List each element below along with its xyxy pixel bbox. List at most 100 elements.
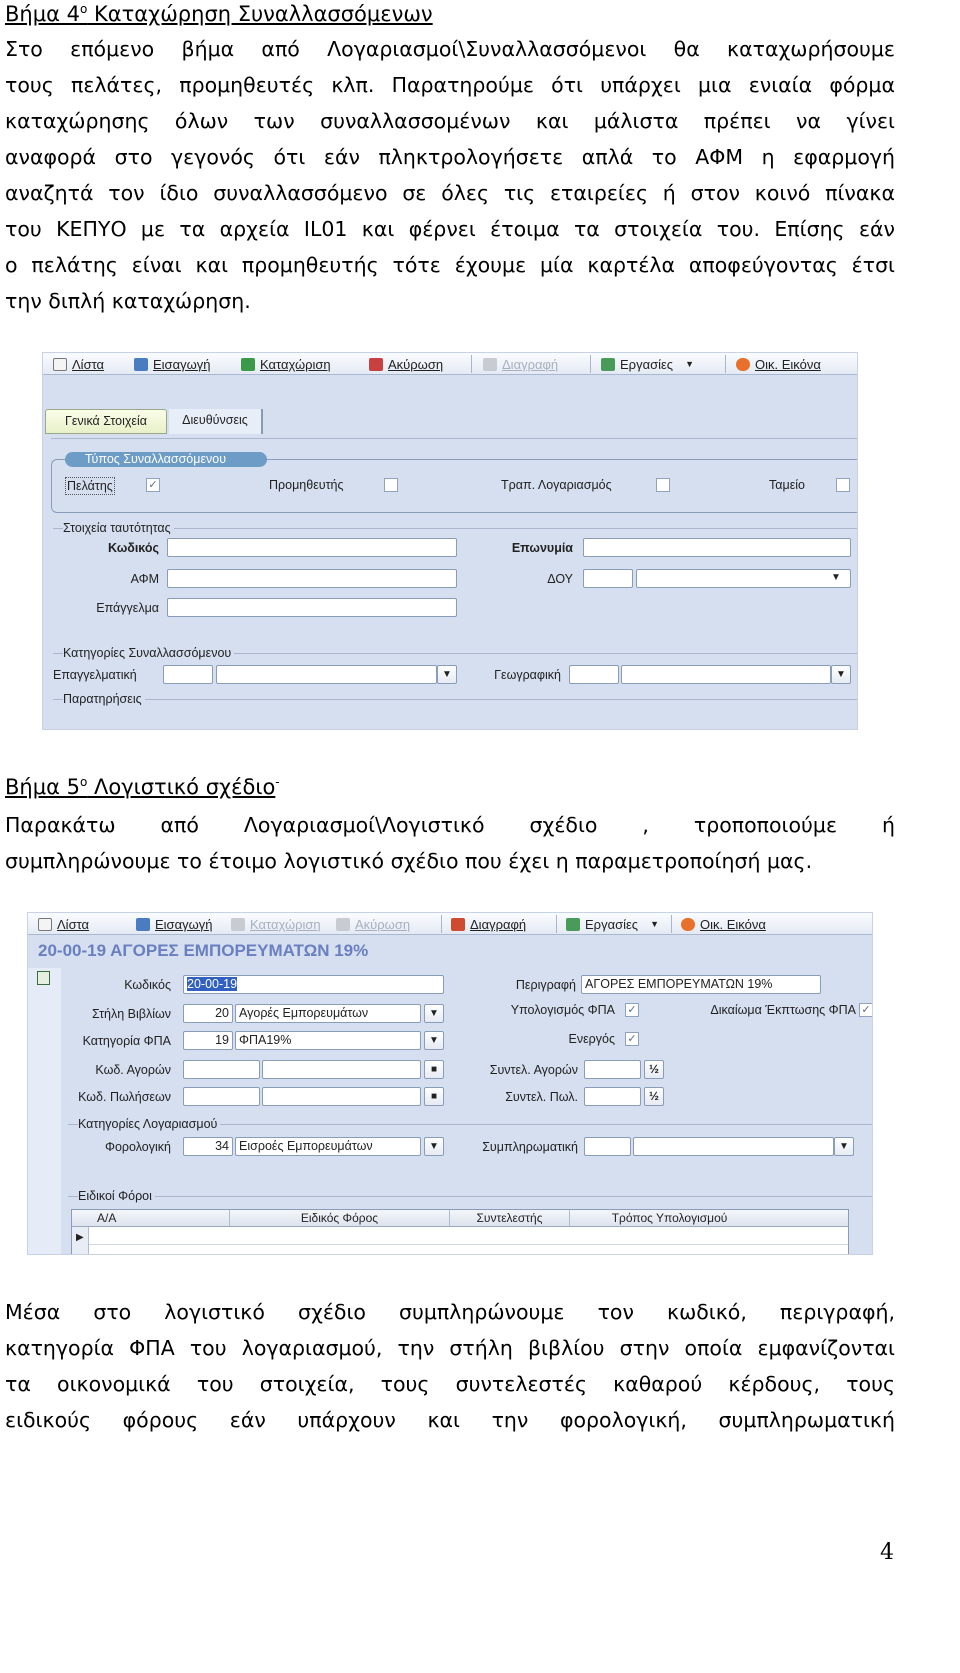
- toolbar-separator: [556, 915, 557, 933]
- active-checkbox[interactable]: ✓: [625, 1032, 639, 1046]
- label: Καταχώριση: [250, 916, 321, 932]
- sales-rate-button[interactable]: ½: [644, 1087, 664, 1106]
- sales-code-input[interactable]: [183, 1087, 260, 1106]
- column-header[interactable]: Τρόπος Υπολογισμού: [569, 1210, 769, 1226]
- insert-button[interactable]: Εισαγωγή: [134, 356, 210, 372]
- column-header[interactable]: Συντελεστής: [449, 1210, 569, 1226]
- text-line: τους πελάτες, προμηθευτές κλπ. Παρατηρού…: [5, 73, 895, 97]
- professional-input[interactable]: [216, 665, 437, 684]
- code-input[interactable]: [167, 538, 457, 557]
- special-taxes-grid[interactable]: Α/Α Ειδικός Φόρος Συντελεστής Τρόπος Υπο…: [71, 1209, 849, 1254]
- account-title: 20-00-19 ΑΓΟΡΕΣ ΕΜΠΟΡΕΥΜΑΤΩΝ 19%: [38, 941, 369, 960]
- supplementary-dropdown[interactable]: ▼: [834, 1137, 854, 1156]
- vat-category-code[interactable]: 19: [183, 1031, 233, 1050]
- delete-icon: [483, 357, 497, 371]
- financial-view-button[interactable]: Οικ. Εικόνα: [736, 356, 821, 372]
- tab-addresses[interactable]: Διευθύνσεις: [169, 409, 263, 434]
- supplier-label: Προμηθευτής: [269, 478, 344, 492]
- step5-heading: Βήμα 5ο Λογιστικό σχέδιο-: [5, 775, 280, 799]
- save-button[interactable]: Καταχώριση: [231, 916, 321, 932]
- page-number: 4: [880, 1540, 894, 1565]
- euro-icon: [736, 357, 750, 371]
- tax-dropdown[interactable]: ▼: [424, 1137, 444, 1156]
- text-line: ειδικούς φόρους εάν υπάρχουν και την φορ…: [5, 1408, 895, 1432]
- label: Εισαγωγή: [155, 916, 213, 932]
- tax-office-input[interactable]: [636, 569, 851, 588]
- cancel-button[interactable]: Ακύρωση: [336, 916, 410, 932]
- geographic-code-input[interactable]: [569, 665, 619, 684]
- special-taxes-title: Ειδικοί Φόροι: [78, 1189, 155, 1203]
- insert-icon: [136, 917, 150, 931]
- sales-code-desc[interactable]: [262, 1087, 421, 1106]
- identity-section-title: Στοιχεία ταυτότητας: [63, 521, 174, 535]
- delete-button[interactable]: Διαγραφή: [483, 356, 558, 372]
- divider: [68, 1196, 872, 1197]
- vat-calc-checkbox[interactable]: ✓: [625, 1003, 639, 1017]
- column-header[interactable]: Ειδικός Φόρος: [229, 1210, 449, 1226]
- financial-view-button[interactable]: Οικ. Εικόνα: [681, 916, 766, 932]
- geographic-label: Γεωγραφική: [494, 668, 561, 682]
- tasks-icon: [566, 917, 580, 931]
- tab-general[interactable]: Γενικά Στοιχεία: [45, 409, 167, 434]
- delete-button[interactable]: Διαγραφή: [451, 916, 526, 932]
- label: Ακύρωση: [355, 916, 411, 932]
- text-line: συμπληρώνουμε το έτοιμο λογιστικό σχέδιο…: [5, 849, 813, 873]
- vat-category-dropdown[interactable]: ▼: [424, 1031, 444, 1050]
- tax-office-code-input[interactable]: [583, 569, 633, 588]
- book-column-code[interactable]: 20: [183, 1004, 233, 1023]
- code-input[interactable]: 20-00-19: [183, 975, 444, 994]
- book-column-dropdown[interactable]: ▼: [424, 1004, 444, 1023]
- tasks-icon: [601, 357, 615, 371]
- geographic-input[interactable]: [621, 665, 831, 684]
- sales-code-button[interactable]: ■: [424, 1087, 444, 1106]
- tax-input[interactable]: Εισροές Εμπορευμάτων: [235, 1137, 421, 1156]
- list-button[interactable]: Λίστα: [38, 916, 89, 932]
- insert-icon: [134, 357, 148, 371]
- save-button[interactable]: Καταχώριση: [241, 356, 331, 372]
- bank-account-label: Τραπ. Λογαριασμός: [501, 478, 612, 492]
- list-button[interactable]: Λίστα: [53, 356, 104, 372]
- list-icon: [53, 357, 67, 371]
- tax-code[interactable]: 34: [183, 1137, 233, 1156]
- cancel-icon: [336, 917, 350, 931]
- purchase-code-desc[interactable]: [262, 1060, 421, 1079]
- supplier-checkbox[interactable]: [384, 478, 398, 492]
- label: Λίστα: [57, 916, 90, 932]
- closing-paragraph: Μέσα στο λογιστικό σχέδιο συμπληρώνουμε …: [5, 1294, 895, 1438]
- step5-paragraph: Παρακάτω από Λογαριασμοί\Λογιστικό σχέδι…: [5, 807, 895, 879]
- cancel-button[interactable]: Ακύρωση: [369, 356, 443, 372]
- purchase-code-button[interactable]: ■: [424, 1060, 444, 1079]
- vat-input[interactable]: [167, 569, 457, 588]
- tasks-button[interactable]: Εργασίες ▼: [566, 916, 659, 932]
- document-icon[interactable]: [37, 971, 50, 985]
- book-column-input[interactable]: Αγορές Εμπορευμάτων: [235, 1004, 421, 1023]
- text-line: αναζητά τον ίδιο συναλλασσόμενο σε όλες …: [5, 181, 895, 205]
- bank-account-checkbox[interactable]: [656, 478, 670, 492]
- customer-form-screenshot: Λίστα Εισαγωγή Καταχώριση Ακύρωση Διαγρα…: [42, 352, 858, 730]
- name-input[interactable]: [583, 538, 851, 557]
- column-header[interactable]: Α/Α: [97, 1210, 116, 1226]
- insert-button[interactable]: Εισαγωγή: [136, 916, 212, 932]
- professional-code-input[interactable]: [163, 665, 213, 684]
- vat-category-input[interactable]: ΦΠΑ19%: [235, 1031, 421, 1050]
- label: Οικ. Εικόνα: [700, 916, 766, 932]
- tasks-button[interactable]: Εργασίες ▼: [601, 356, 694, 372]
- step4-paragraph: Στο επόμενο βήμα από Λογαριασμοί\Συναλλα…: [5, 31, 895, 319]
- purchase-rate-button[interactable]: ½: [644, 1060, 664, 1079]
- profession-input[interactable]: [167, 598, 457, 617]
- purchase-rate-input[interactable]: [584, 1060, 641, 1079]
- description-input[interactable]: ΑΓΟΡΕΣ ΕΜΠΟΡΕΥΜΑΤΩΝ 19%: [581, 975, 821, 994]
- heading-title: Λογιστικό σχέδιο: [87, 775, 276, 799]
- chevron-down-icon[interactable]: ▼: [826, 569, 846, 588]
- supplementary-code[interactable]: [584, 1137, 631, 1156]
- sales-rate-input[interactable]: [584, 1087, 641, 1106]
- vat-deduct-label: Δικαίωμα Έκπτωσης ΦΠΑ: [710, 1003, 856, 1017]
- purchase-code-input[interactable]: [183, 1060, 260, 1079]
- chart-of-accounts-screenshot: Λίστα Εισαγωγή Καταχώριση Ακύρωση Διαγρα…: [27, 912, 873, 1255]
- geographic-dropdown[interactable]: ▼: [831, 665, 851, 684]
- customer-checkbox[interactable]: ✓: [146, 478, 160, 492]
- supplementary-input[interactable]: [633, 1137, 834, 1156]
- vat-deduct-checkbox[interactable]: ✓: [859, 1003, 872, 1017]
- cash-checkbox[interactable]: [836, 478, 850, 492]
- euro-icon: [681, 917, 695, 931]
